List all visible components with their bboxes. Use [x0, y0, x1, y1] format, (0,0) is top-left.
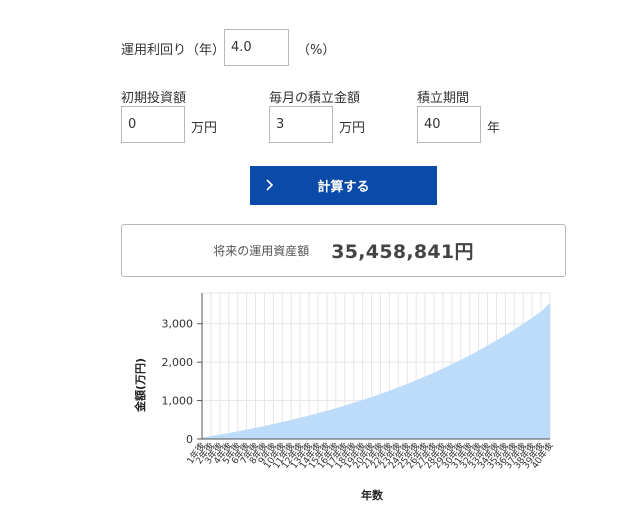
result-value: 35,458,841円: [331, 241, 474, 263]
initial-unit: 万円: [191, 121, 218, 136]
monthly-unit: 万円: [339, 121, 366, 136]
period-label: 積立期間: [417, 91, 470, 106]
monthly-label: 毎月の積立金額: [269, 91, 361, 106]
calculate-button[interactable]: 計算する: [250, 166, 437, 205]
chart-y-ticks: 0 1,000 2,000 3,000: [162, 318, 202, 446]
calculate-button-label: 計算する: [317, 180, 370, 195]
rate-input[interactable]: [224, 29, 289, 66]
y-axis-label: 金額(万円): [133, 358, 147, 413]
initial-input[interactable]: [121, 106, 185, 143]
chart-area-layer: [202, 302, 550, 439]
period-input[interactable]: [417, 106, 481, 143]
x-axis-label: 年数: [361, 488, 384, 502]
rate-label: 運用利回り（年）: [121, 43, 226, 58]
result-label: 将来の運用資産額: [213, 244, 310, 258]
monthly-input[interactable]: [269, 106, 333, 143]
y-tick-label: 2,000: [162, 356, 194, 369]
period-unit: 年: [487, 121, 501, 136]
result-box: 将来の運用資産額 35,458,841円: [121, 224, 566, 277]
y-tick-label: 0: [186, 433, 193, 446]
asset-growth-chart: 0 1,000 2,000 3,000 1年後2年後3年後4年後5年後6年後7年後8年…: [133, 292, 555, 502]
y-tick-label: 3,000: [162, 318, 194, 331]
series-area: [202, 302, 550, 439]
chart-x-ticks: 1年後2年後3年後4年後5年後6年後7年後8年後9年後10年後11年後12年後1…: [184, 440, 555, 471]
initial-label: 初期投資額: [121, 91, 187, 106]
rate-unit: （%）: [297, 43, 336, 58]
chevron-right-icon: [266, 179, 274, 191]
y-tick-label: 1,000: [162, 395, 194, 408]
